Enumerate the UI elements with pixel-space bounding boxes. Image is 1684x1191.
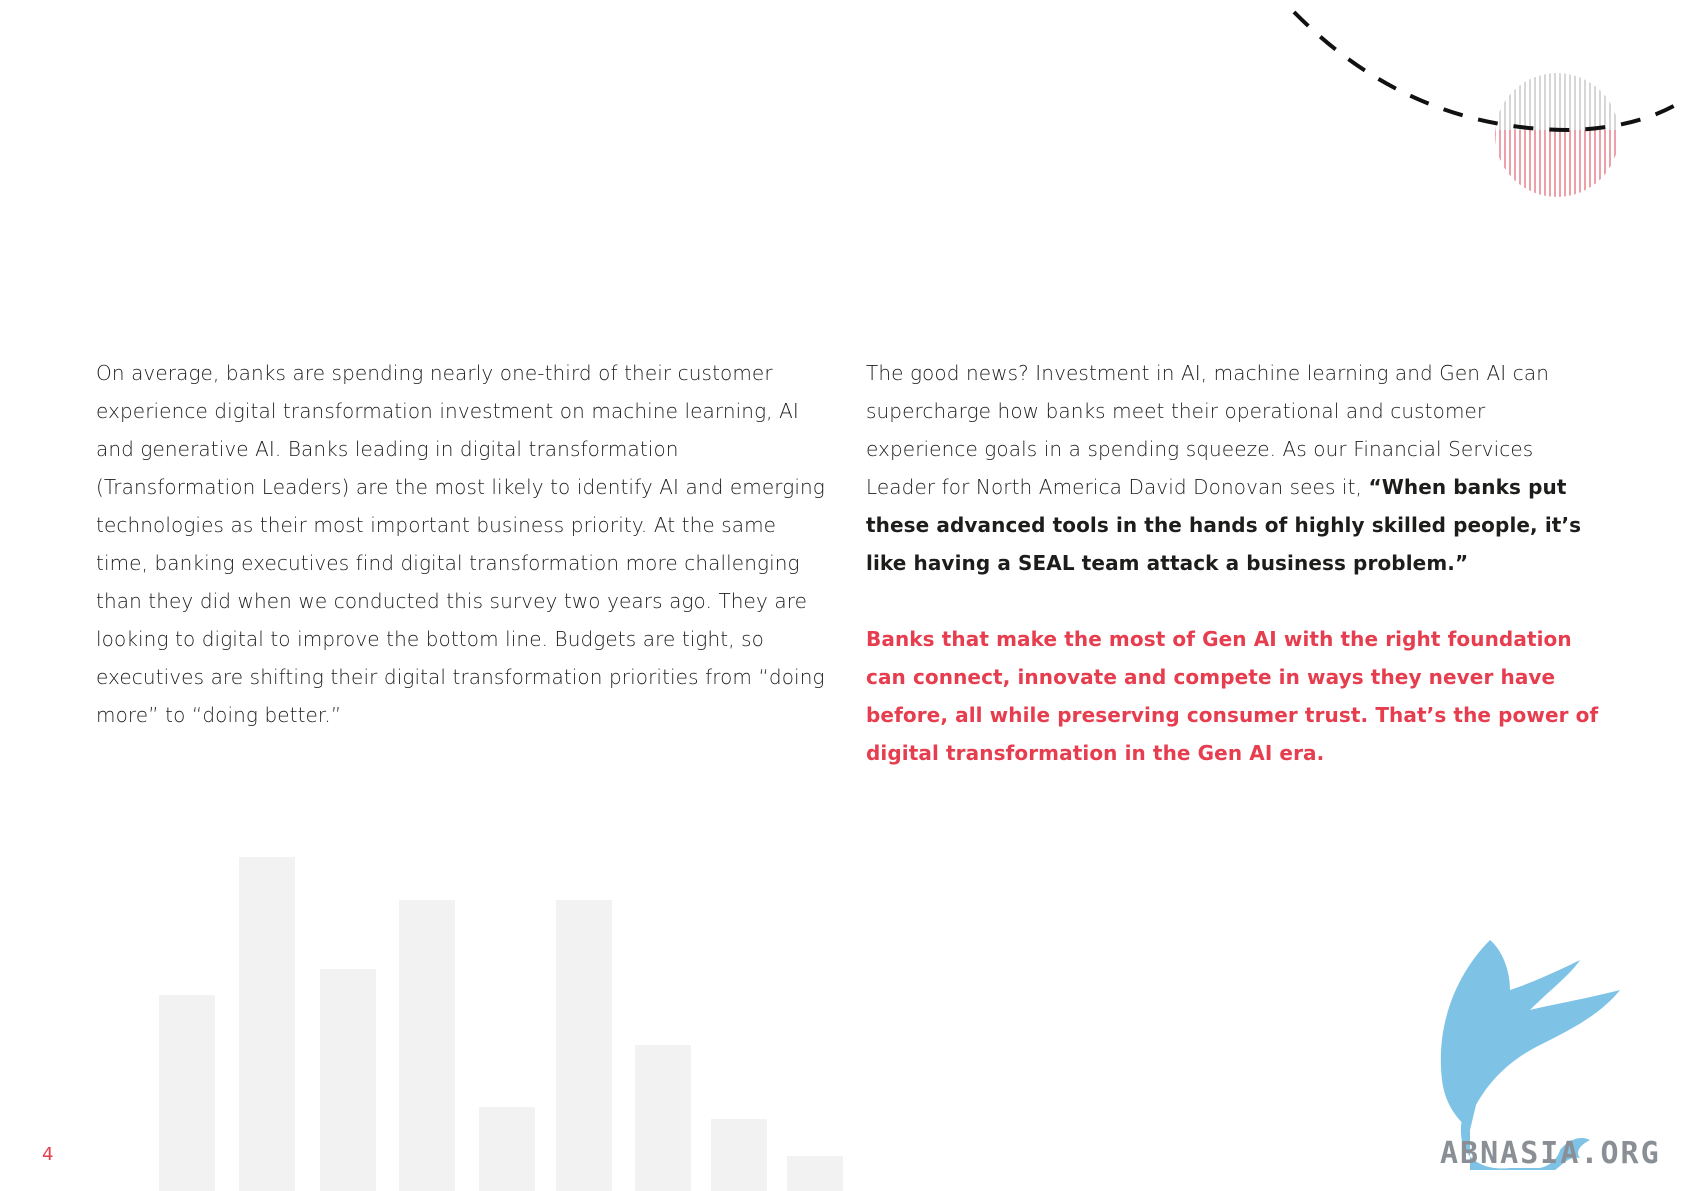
decorative-bar: [556, 900, 612, 1191]
decorative-bar: [479, 1107, 535, 1191]
decorative-bars-graphic: [159, 857, 843, 1191]
decorative-arc-graphic: [1292, 10, 1684, 197]
left-column: On average, banks are spending nearly on…: [96, 354, 831, 734]
right-column: The good news? Investment in AI, machine…: [866, 354, 1601, 772]
watermark-text: ABNASIA.ORG: [1440, 1136, 1661, 1171]
callout-text: Banks that make the most of Gen AI with …: [866, 627, 1599, 765]
decorative-bar: [399, 900, 455, 1191]
decorative-bar: [787, 1156, 843, 1191]
decorative-bar: [711, 1119, 767, 1191]
left-paragraph: On average, banks are spending nearly on…: [96, 361, 825, 727]
decorative-bar: [635, 1045, 691, 1191]
page-number: 4: [42, 1144, 54, 1165]
right-paragraph: The good news? Investment in AI, machine…: [866, 354, 1601, 582]
decorative-bar: [239, 857, 295, 1191]
decorative-bar: [320, 969, 376, 1191]
decorative-bar: [159, 995, 215, 1191]
